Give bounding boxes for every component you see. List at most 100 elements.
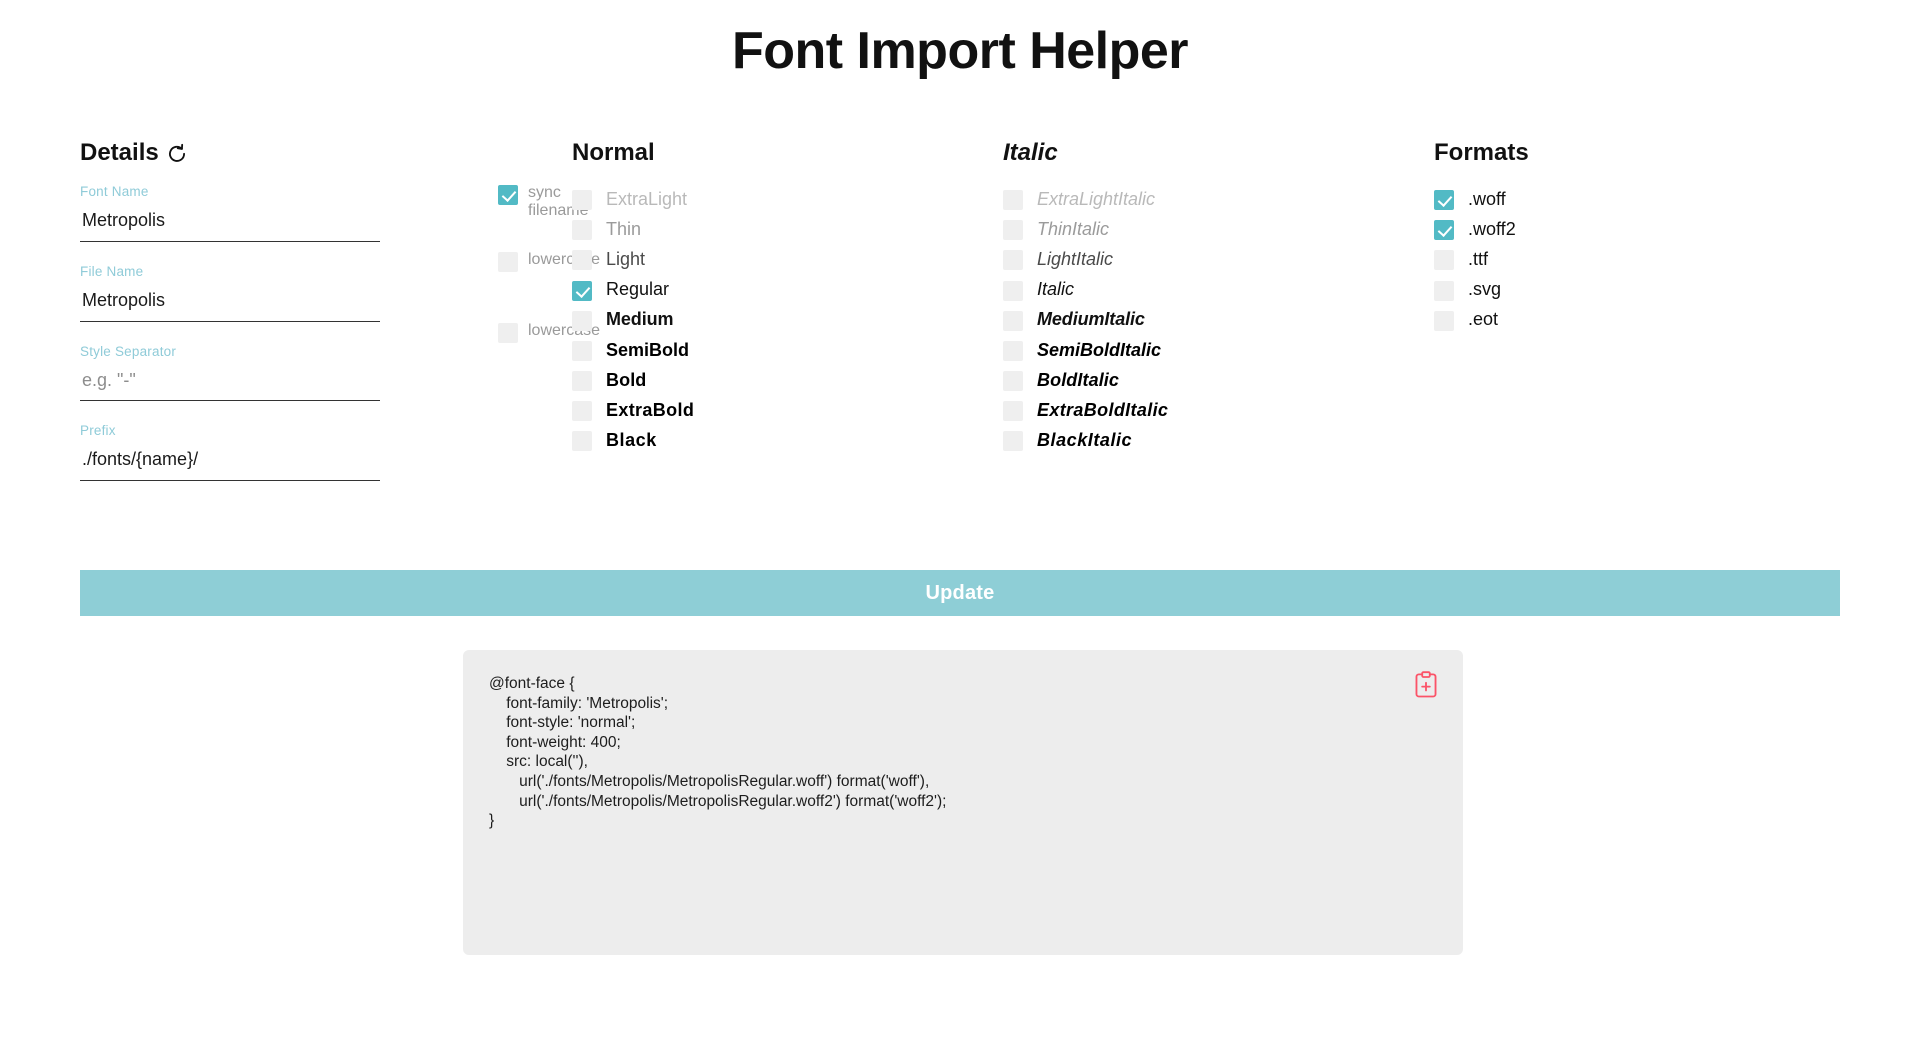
italic-label-lightitalic: LightItalic: [1037, 248, 1114, 269]
output-code-panel: @font-face { font-family: 'Metropolis'; …: [463, 650, 1463, 955]
style-separator-input[interactable]: [80, 369, 380, 402]
italic-option-extrabolditalic[interactable]: ExtraBoldItalic: [1003, 396, 1383, 426]
italic-label-mediumitalic: MediumItalic: [1037, 309, 1145, 330]
italic-checkbox-bolditalic[interactable]: [1003, 371, 1023, 392]
format-option-woff2[interactable]: .woff2: [1434, 215, 1814, 245]
weight-checkbox-black[interactable]: [572, 431, 592, 452]
field-font-name: Font Name: [80, 184, 380, 242]
italic-label-blackitalic: BlackItalic: [1037, 430, 1133, 451]
weight-label-light: Light: [606, 248, 646, 269]
weight-checkbox-bold[interactable]: [572, 371, 592, 392]
weight-checkbox-light[interactable]: [572, 250, 592, 271]
format-label-woff: .woff: [1468, 188, 1506, 209]
field-file-name: File Name: [80, 264, 380, 322]
normal-weight-list: ExtraLight Thin Light Regular Medium Sem…: [572, 184, 952, 456]
details-heading: Details: [80, 139, 480, 166]
clipboard-plus-icon[interactable]: [1413, 670, 1439, 700]
format-checkbox-svg[interactable]: [1434, 280, 1454, 301]
italic-weight-list: ExtraLightItalic ThinItalic LightItalic …: [1003, 184, 1383, 456]
weight-option-light[interactable]: Light: [572, 245, 952, 275]
italic-checkbox-extralightitalic[interactable]: [1003, 189, 1023, 210]
prefix-input[interactable]: [80, 449, 380, 481]
weight-label-regular: Regular: [606, 279, 670, 300]
italic-label-extrabolditalic: ExtraBoldItalic: [1037, 399, 1169, 420]
format-option-svg[interactable]: .svg: [1434, 275, 1814, 305]
weight-option-regular[interactable]: Regular: [572, 275, 952, 305]
format-checkbox-eot[interactable]: [1434, 310, 1454, 331]
italic-checkbox-mediumitalic[interactable]: [1003, 310, 1023, 331]
italic-label-italic: Italic: [1037, 279, 1075, 300]
update-button[interactable]: Update: [80, 570, 1840, 616]
filename-lowercase-checkbox[interactable]: [498, 252, 518, 272]
italic-option-italic[interactable]: Italic: [1003, 275, 1383, 305]
update-button-label: Update: [925, 581, 995, 604]
weight-checkbox-extralight[interactable]: [572, 189, 592, 210]
format-label-ttf: .ttf: [1468, 248, 1489, 269]
details-column: Details Font Name File Name Style Separa…: [80, 139, 600, 503]
weight-checkbox-regular[interactable]: [572, 280, 592, 301]
field-label-style-separator: Style Separator: [80, 343, 177, 359]
file-name-input[interactable]: [80, 289, 380, 322]
italic-option-extralightitalic[interactable]: ExtraLightItalic: [1003, 184, 1383, 214]
italic-option-lightitalic[interactable]: LightItalic: [1003, 245, 1383, 275]
weight-checkbox-semibold[interactable]: [572, 340, 592, 361]
italic-option-blackitalic[interactable]: BlackItalic: [1003, 426, 1383, 456]
field-style-separator: Style Separator: [80, 344, 380, 402]
font-face-code: @font-face { font-family: 'Metropolis'; …: [489, 675, 947, 830]
weight-label-black: Black: [606, 430, 657, 451]
formats-list: .woff .woff2 .ttf .svg .eot: [1434, 184, 1814, 335]
separator-lowercase-checkbox[interactable]: [498, 323, 518, 343]
italic-option-bolditalic[interactable]: BoldItalic: [1003, 366, 1383, 396]
field-label-prefix: Prefix: [80, 423, 116, 439]
italic-label-thinitalic: ThinItalic: [1037, 218, 1110, 239]
italic-label-semibolditalic: SemiBoldItalic: [1037, 339, 1162, 360]
italic-option-mediumitalic[interactable]: MediumItalic: [1003, 305, 1383, 335]
font-name-input[interactable]: [80, 210, 380, 242]
weight-option-extrabold[interactable]: ExtraBold: [572, 396, 952, 426]
format-label-svg: .svg: [1468, 279, 1502, 300]
format-option-woff[interactable]: .woff: [1434, 184, 1814, 214]
italic-checkbox-lightitalic[interactable]: [1003, 250, 1023, 271]
italic-option-thinitalic[interactable]: ThinItalic: [1003, 215, 1383, 245]
weight-option-thin[interactable]: Thin: [572, 215, 952, 245]
format-label-woff2: .woff2: [1468, 218, 1516, 239]
italic-checkbox-blackitalic[interactable]: [1003, 431, 1023, 452]
format-option-eot[interactable]: .eot: [1434, 305, 1814, 335]
weight-option-bold[interactable]: Bold: [572, 366, 952, 396]
weight-label-extrabold: ExtraBold: [606, 399, 695, 420]
format-checkbox-woff[interactable]: [1434, 189, 1454, 210]
options-columns: Details Font Name File Name Style Separa…: [0, 139, 1920, 540]
weight-label-semibold: SemiBold: [606, 339, 690, 360]
weight-label-medium: Medium: [606, 309, 674, 330]
normal-column: Normal ExtraLight Thin Light Regular Med…: [572, 139, 952, 456]
field-prefix: Prefix: [80, 423, 380, 481]
italic-label-extralightitalic: ExtraLightItalic: [1037, 188, 1156, 209]
weight-option-semibold[interactable]: SemiBold: [572, 335, 952, 365]
italic-checkbox-extrabolditalic[interactable]: [1003, 401, 1023, 422]
weight-label-thin: Thin: [606, 218, 642, 239]
page-title: Font Import Helper: [731, 22, 1189, 80]
weight-option-extralight[interactable]: ExtraLight: [572, 184, 952, 214]
weight-checkbox-thin[interactable]: [572, 220, 592, 241]
italic-checkbox-thinitalic[interactable]: [1003, 220, 1023, 241]
format-label-eot: .eot: [1468, 309, 1499, 330]
details-heading-label: Details: [80, 139, 159, 166]
weight-label-bold: Bold: [606, 369, 647, 390]
italic-checkbox-semibolditalic[interactable]: [1003, 340, 1023, 361]
format-checkbox-woff2[interactable]: [1434, 220, 1454, 241]
italic-checkbox-italic[interactable]: [1003, 280, 1023, 301]
refresh-ccw-icon[interactable]: [167, 143, 187, 163]
field-label-file-name: File Name: [80, 263, 144, 279]
weight-option-medium[interactable]: Medium: [572, 305, 952, 335]
sync-filename-checkbox[interactable]: [498, 185, 518, 205]
italic-heading: Italic: [1003, 139, 1058, 166]
italic-option-semibolditalic[interactable]: SemiBoldItalic: [1003, 335, 1383, 365]
weight-checkbox-medium[interactable]: [572, 310, 592, 331]
format-checkbox-ttf[interactable]: [1434, 250, 1454, 271]
normal-heading: Normal: [572, 139, 655, 166]
app-root: Font Import Helper Details Font Name Fil…: [0, 0, 1920, 1052]
weight-checkbox-extrabold[interactable]: [572, 401, 592, 422]
weight-option-black[interactable]: Black: [572, 426, 952, 456]
format-option-ttf[interactable]: .ttf: [1434, 245, 1814, 275]
weight-label-extralight: ExtraLight: [606, 188, 688, 209]
